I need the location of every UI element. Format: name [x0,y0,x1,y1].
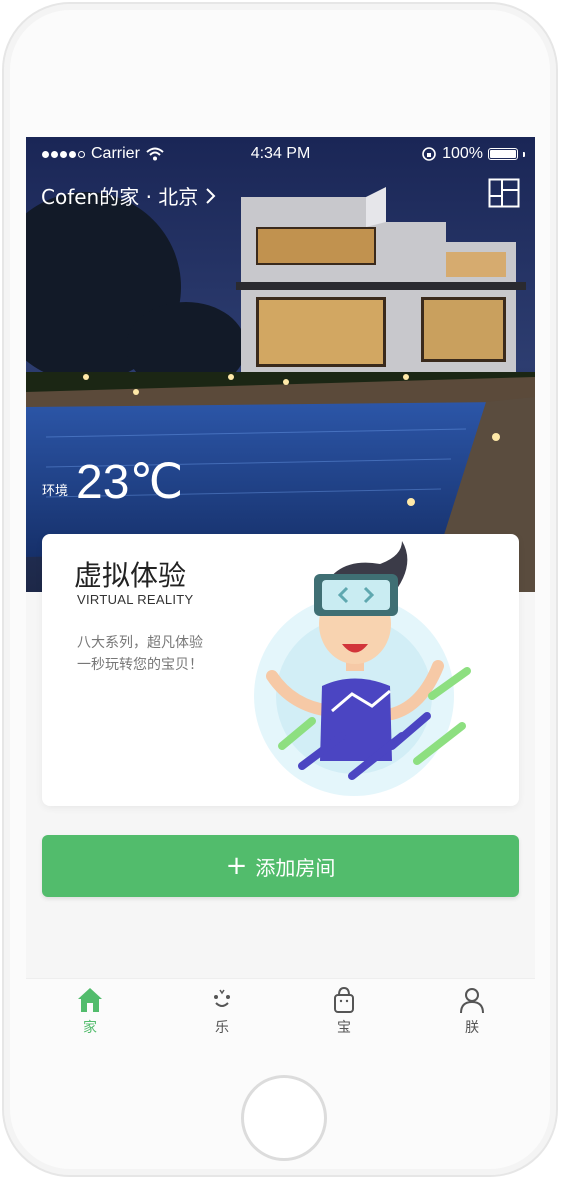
home-icon [78,988,102,1012]
smile-icon [214,989,230,1007]
environment-label: 环境 [42,484,69,499]
environment-info: 环境 23℃ [42,459,183,507]
tab-me[interactable]: 朕 [442,985,502,1037]
vr-character-illustration [254,541,471,796]
tab-me-label: 朕 [465,1020,479,1036]
bag-icon [334,986,354,1013]
user-icon [460,988,484,1014]
rotation-lock-icon [422,147,436,161]
desc-line-2: 一秒玩转您的宝贝！ [77,657,203,673]
home-name: Cofen的家 · 北京 [41,185,199,209]
card-description: 八大系列，超凡体验 一秒玩转您的宝贝！ [77,632,203,676]
battery-icon [488,148,518,160]
home-button[interactable] [241,1075,327,1161]
vr-experience-card[interactable]: 虚拟体验 VIRTUAL REALITY 八大系列，超凡体验 一秒玩转您的宝贝！ [42,534,519,806]
tab-treasure-label: 宝 [337,1020,351,1036]
add-room-button[interactable]: + 添加房间 [42,835,519,897]
battery-percentage: 100% [442,145,483,162]
tab-fun[interactable]: 乐 [192,985,252,1037]
card-title: 虚拟体验 [74,559,187,592]
card-subtitle: VIRTUAL REALITY [77,592,194,607]
tab-home-label: 家 [83,1020,97,1036]
tab-fun-label: 乐 [215,1020,229,1036]
tab-treasure[interactable]: 宝 [314,985,374,1037]
status-bar: Carrier 4:34 PM 100% [26,137,535,171]
hero-banner: Carrier 4:34 PM 100% Cofen的家 · 北京 环境 23℃ [26,137,535,592]
home-selector[interactable]: Cofen的家 · 北京 [41,181,218,210]
add-room-label: 添加房间 [255,855,336,880]
tab-home[interactable]: 家 [60,985,120,1037]
desc-line-1: 八大系列，超凡体验 [77,635,203,651]
chevron-right-icon [206,187,216,204]
app-screen: Carrier 4:34 PM 100% Cofen的家 · 北京 环境 23℃… [26,137,535,1047]
plus-icon: + [225,851,248,881]
grid-layout-icon[interactable] [488,178,520,208]
temperature-value: 23℃ [76,456,184,509]
tab-bar: 家 乐 宝 朕 [26,978,535,1047]
